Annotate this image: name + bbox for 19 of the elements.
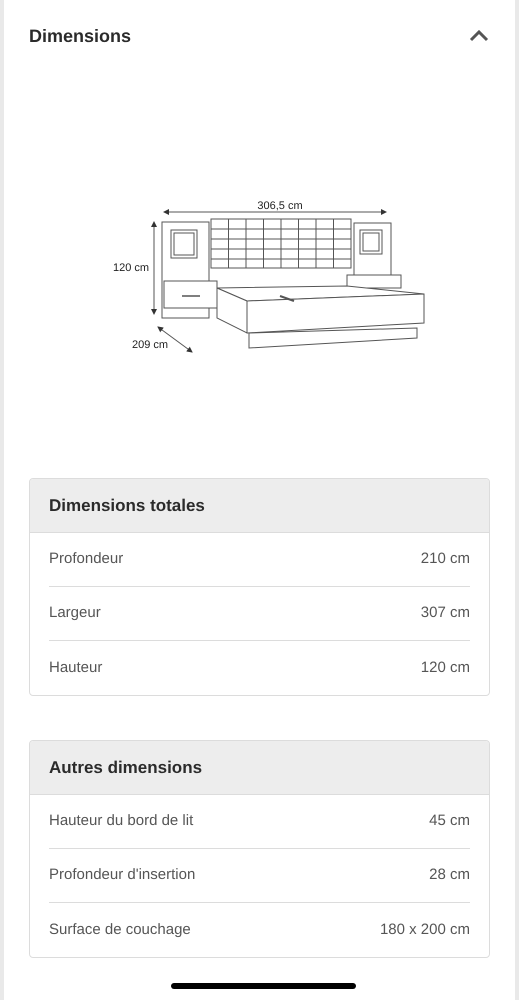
- row-value: 28 cm: [429, 865, 470, 886]
- row-label: Profondeur: [49, 549, 124, 570]
- row-value: 120 cm: [420, 658, 470, 678]
- row-label: Hauteur du bord de lit: [49, 811, 194, 832]
- row-label: Largeur: [49, 603, 101, 624]
- row-label: Profondeur d'insertion: [49, 865, 196, 886]
- row-value: 210 cm: [420, 549, 470, 570]
- chevron-up-icon: [469, 30, 489, 42]
- row-value: 45 cm: [429, 811, 470, 832]
- row-label: Hauteur: [49, 658, 102, 678]
- section-title: Dimensions: [29, 24, 132, 48]
- dimension-label: 306,5 cm: [257, 200, 303, 212]
- table-header: Dimensions totales: [30, 479, 489, 533]
- row-label: Surface de couchage: [49, 920, 191, 940]
- table-header: Autres dimensions: [30, 741, 489, 795]
- row-value: 307 cm: [420, 603, 470, 624]
- dimension-label: 209 cm: [132, 339, 168, 351]
- row-value: 180 x 200 cm: [380, 920, 470, 940]
- dimension-label: 120 cm: [112, 262, 150, 274]
